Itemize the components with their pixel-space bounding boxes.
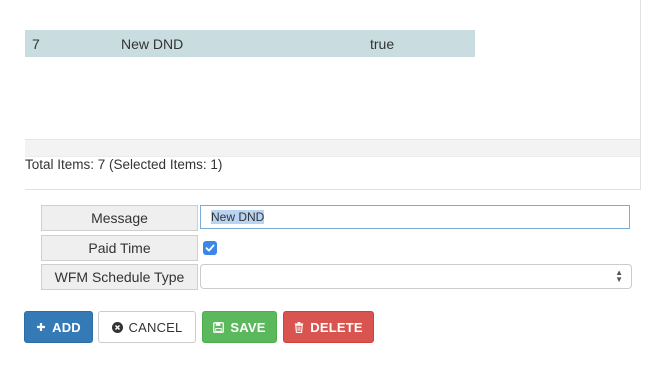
grid-divider bbox=[25, 189, 640, 190]
paid-time-label: Paid Time bbox=[41, 235, 198, 261]
message-input[interactable]: New DND bbox=[200, 205, 630, 229]
delete-button[interactable]: DELETE bbox=[283, 311, 374, 343]
paid-time-checkbox[interactable] bbox=[203, 241, 217, 255]
times-circle-icon bbox=[111, 321, 123, 333]
check-icon bbox=[205, 244, 215, 252]
wfm-schedule-select[interactable]: ▲ ▼ bbox=[200, 264, 632, 289]
cancel-button[interactable]: CANCEL bbox=[98, 311, 196, 343]
message-row: Message New DND bbox=[41, 205, 641, 231]
wfm-schedule-label: WFM Schedule Type bbox=[41, 264, 198, 290]
items-grid: 7 New DND true Total Items: 7 (Selected … bbox=[25, 0, 641, 190]
horizontal-scrollbar[interactable] bbox=[25, 139, 640, 157]
row-id: 7 bbox=[32, 36, 40, 52]
save-button[interactable]: SAVE bbox=[202, 311, 277, 343]
select-arrows-icon: ▲ ▼ bbox=[615, 268, 623, 284]
grid-footer: Total Items: 7 (Selected Items: 1) bbox=[25, 157, 223, 172]
add-button[interactable]: ADD bbox=[24, 311, 93, 343]
delete-label: DELETE bbox=[310, 319, 363, 335]
plus-icon bbox=[36, 322, 46, 332]
wfm-schedule-row: WFM Schedule Type ▲ ▼ bbox=[41, 264, 641, 290]
add-label: ADD bbox=[52, 319, 81, 335]
save-label: SAVE bbox=[230, 319, 266, 335]
paid-time-row: Paid Time bbox=[41, 235, 641, 261]
cancel-label: CANCEL bbox=[128, 319, 183, 335]
table-row[interactable]: 7 New DND true bbox=[25, 30, 475, 57]
floppy-disk-icon bbox=[213, 321, 225, 333]
row-name: New DND bbox=[121, 36, 184, 52]
row-paid: true bbox=[370, 36, 395, 52]
trash-icon bbox=[294, 321, 304, 333]
message-label: Message bbox=[41, 205, 198, 231]
message-value: New DND bbox=[211, 210, 265, 224]
